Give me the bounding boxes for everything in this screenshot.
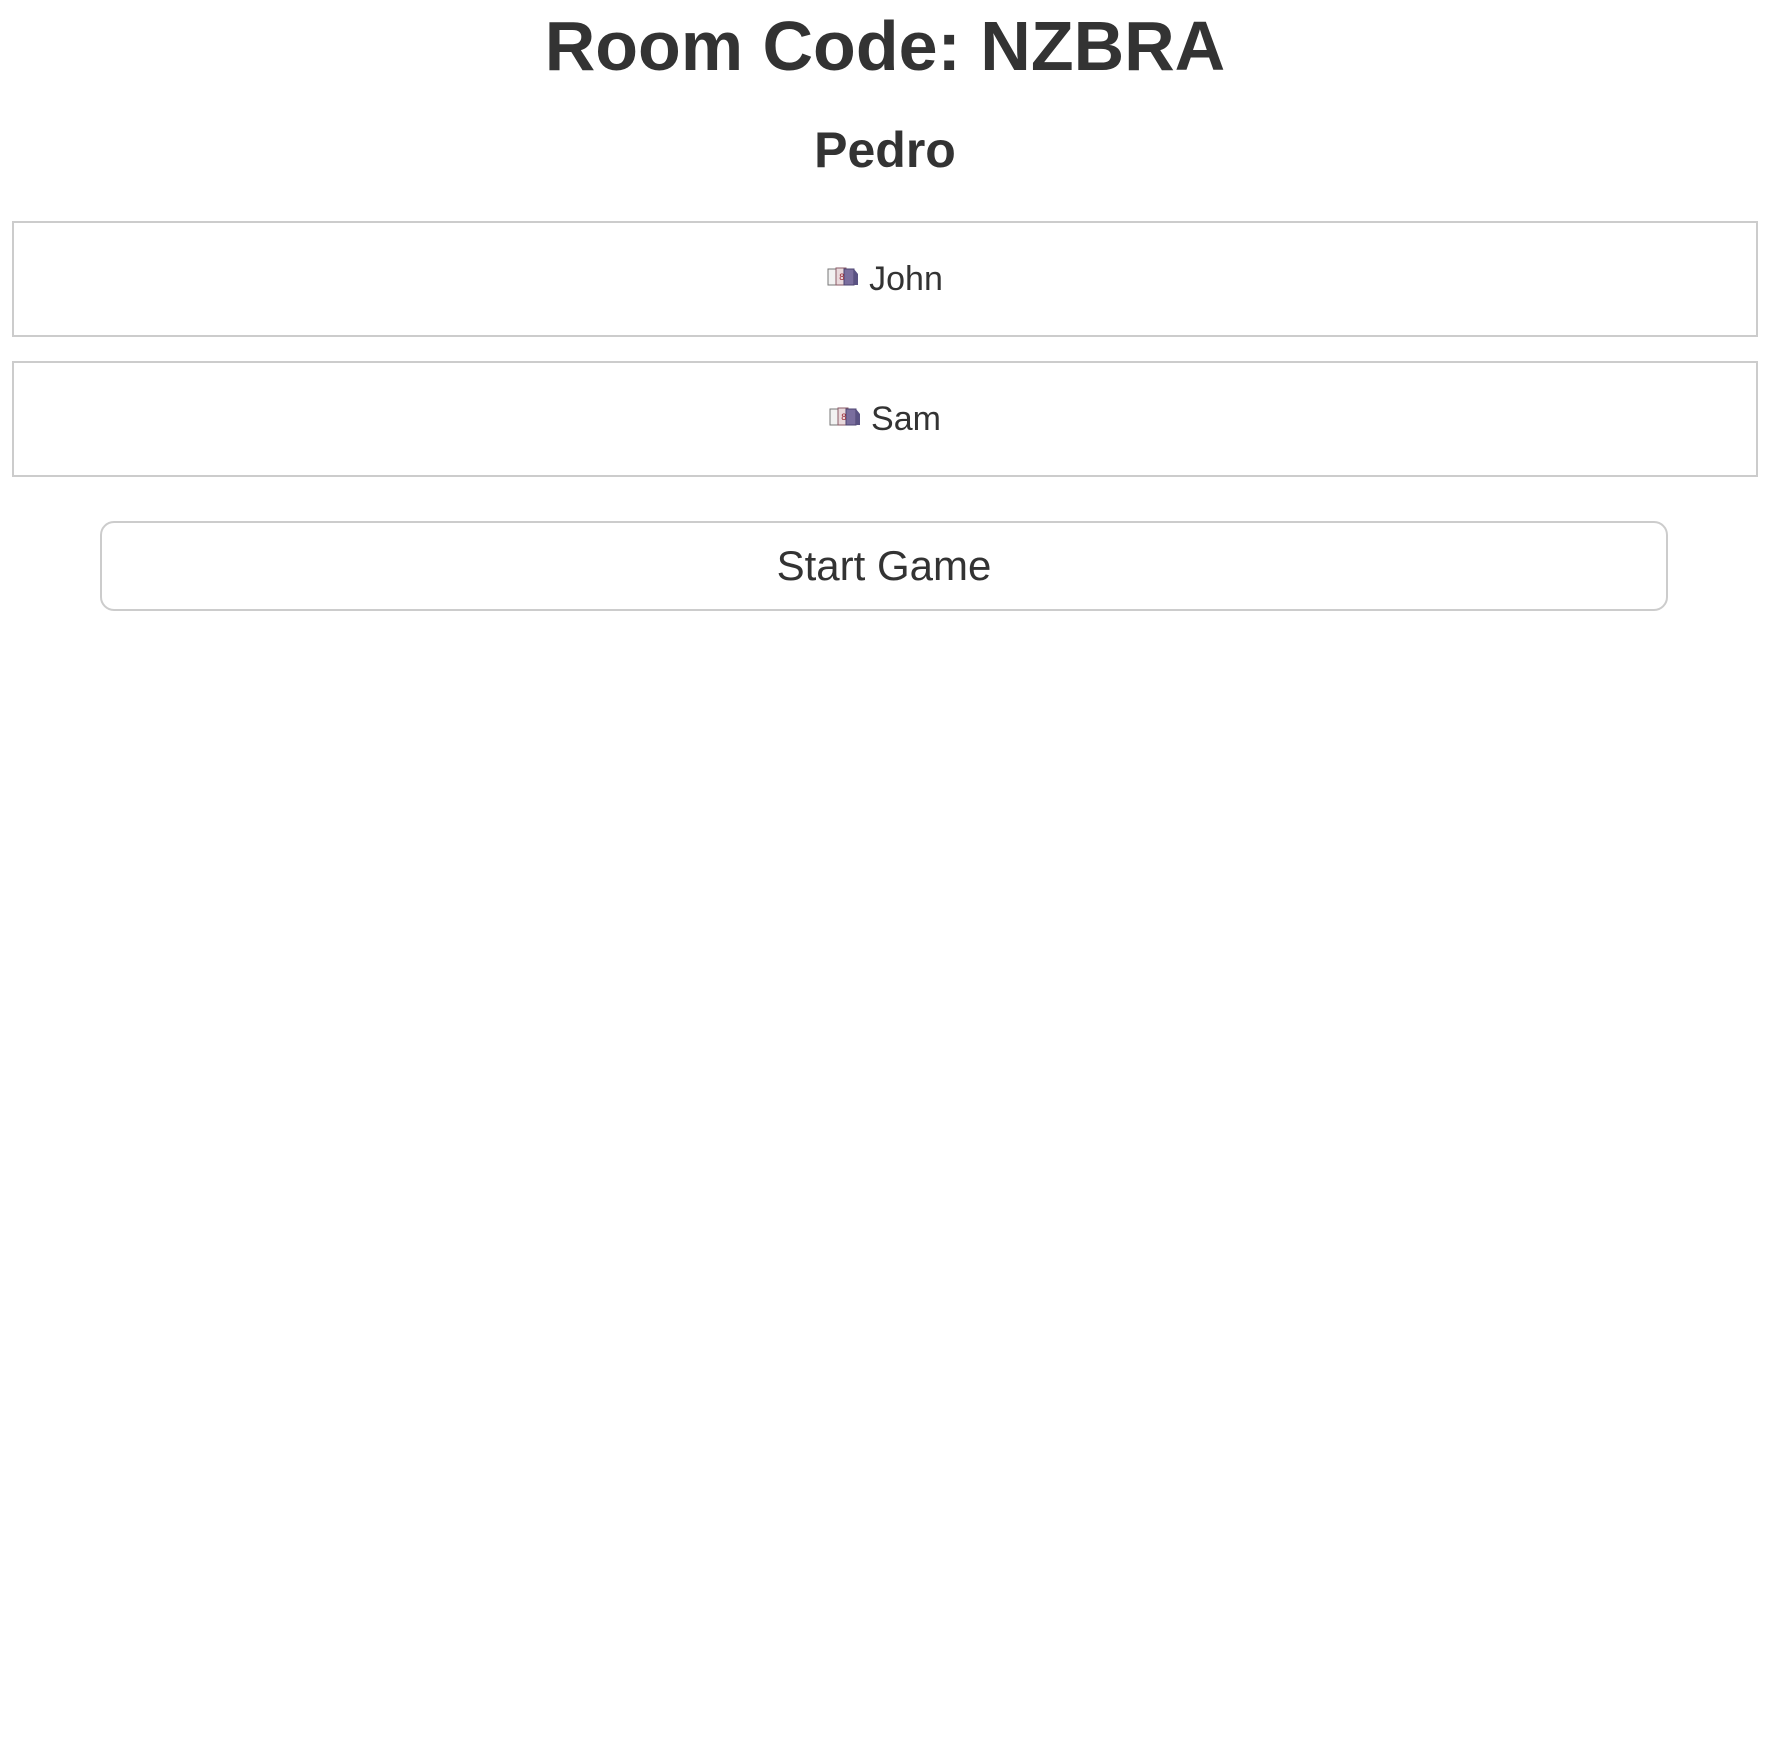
player-name-label: John (869, 259, 943, 298)
player-card-john: 8 John (12, 221, 1758, 337)
player-name-label: Sam (871, 399, 941, 438)
player-card-sam: 8 Sam (12, 361, 1758, 477)
start-game-button[interactable]: Start Game (100, 521, 1668, 611)
svg-text:8: 8 (839, 273, 845, 283)
card-deck-icon: 8 (827, 266, 859, 288)
svg-text:8: 8 (841, 413, 847, 423)
room-code-title: Room Code: NZBRA (544, 7, 1226, 85)
current-player-name: Pedro (814, 122, 956, 178)
card-deck-icon: 8 (829, 406, 861, 428)
